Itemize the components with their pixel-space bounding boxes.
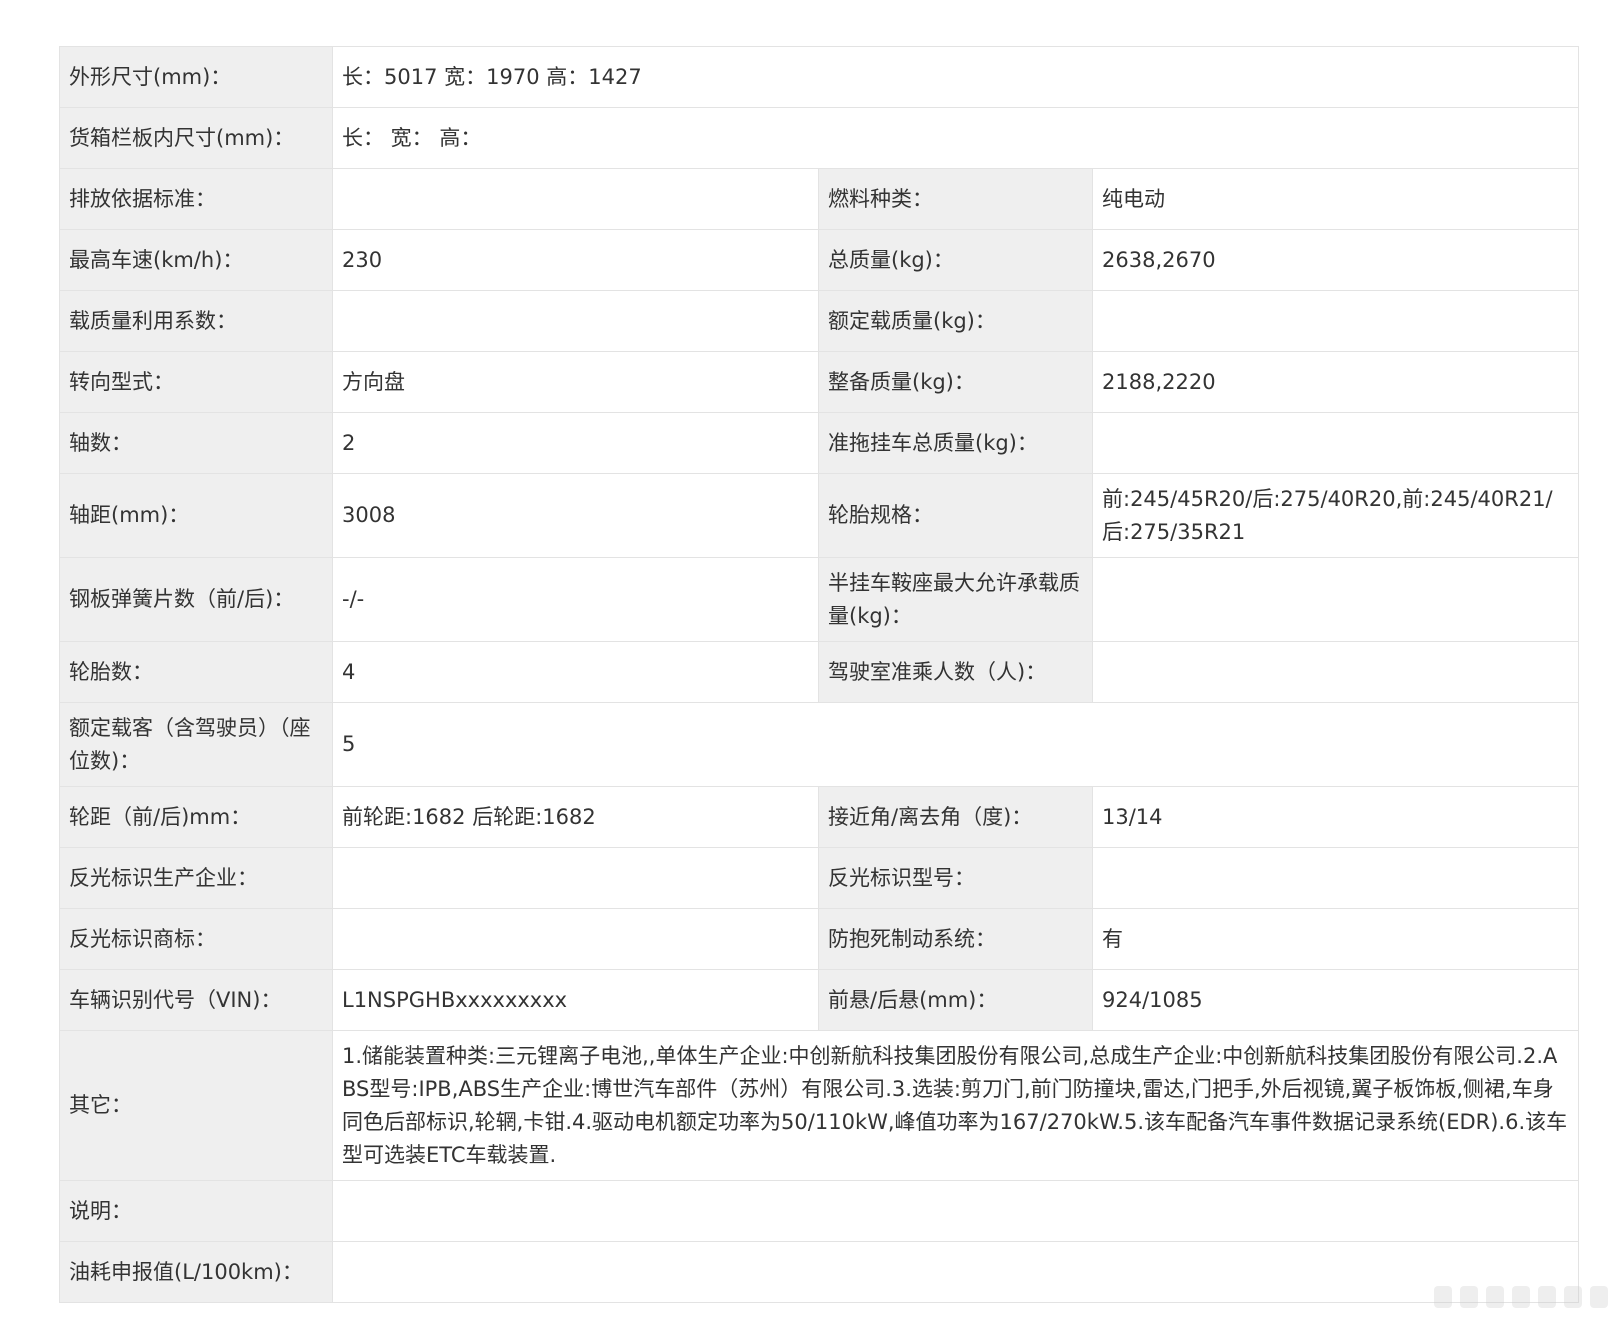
vin-label: 车辆识别代号（VIN)： <box>59 969 333 1031</box>
curb-mass-label: 整备质量(kg)： <box>818 351 1093 413</box>
watermark-mark <box>1590 1286 1608 1308</box>
max-speed-label: 最高车速(km/h)： <box>59 229 333 291</box>
rated-passengers-value: 5 <box>331 702 1580 787</box>
steering-type-value: 方向盘 <box>332 351 819 413</box>
axle-count-label: 轴数： <box>59 412 333 474</box>
table-row: 轮胎数： 4 驾驶室准乘人数（人)： <box>59 641 1580 703</box>
table-row: 轴距(mm)： 3008 轮胎规格： 前:245/45R20/后:275/40R… <box>59 473 1580 558</box>
vehicle-spec-table: 外形尺寸(mm)： 长：5017 宽：1970 高：1427 货箱栏板内尺寸(m… <box>59 46 1580 1303</box>
load-utilization-value <box>332 290 819 352</box>
cab-capacity-label: 驾驶室准乘人数（人)： <box>818 641 1093 703</box>
leaf-spring-label: 钢板弹簧片数（前/后)： <box>59 557 333 642</box>
abs-value: 有 <box>1091 908 1580 970</box>
cab-capacity-value <box>1091 641 1580 703</box>
cargo-box-size-value: 长： 宽： 高： <box>331 107 1580 169</box>
table-row: 轴数： 2 准拖挂车总质量(kg)： <box>59 412 1580 474</box>
cargo-box-size-label: 货箱栏板内尺寸(mm)： <box>59 107 333 169</box>
table-row: 油耗申报值(L/100km)： <box>59 1241 1580 1303</box>
track-width-value: 前轮距:1682 后轮距:1682 <box>332 786 819 848</box>
track-width-label: 轮距（前/后)mm： <box>59 786 333 848</box>
table-row: 反光标识商标： 防抱死制动系统： 有 <box>59 908 1580 970</box>
watermark-mark <box>1486 1286 1504 1308</box>
dimensions-value: 长：5017 宽：1970 高：1427 <box>331 46 1580 108</box>
reflector-maker-label: 反光标识生产企业： <box>59 847 333 909</box>
other-label: 其它： <box>59 1030 333 1181</box>
abs-label: 防抱死制动系统： <box>818 908 1093 970</box>
approach-departure-value: 13/14 <box>1091 786 1580 848</box>
watermark-mark <box>1434 1286 1452 1308</box>
max-speed-value: 230 <box>332 229 819 291</box>
reflector-brand-value <box>332 908 819 970</box>
rated-load-label: 额定载质量(kg)： <box>818 290 1093 352</box>
tire-spec-value: 前:245/45R20/后:275/40R20,前:245/40R21/后:27… <box>1091 473 1580 558</box>
table-row: 外形尺寸(mm)： 长：5017 宽：1970 高：1427 <box>59 46 1580 108</box>
table-row: 车辆识别代号（VIN)： L1NSPGHBxxxxxxxxx 前悬/后悬(mm)… <box>59 969 1580 1031</box>
table-row: 最高车速(km/h)： 230 总质量(kg)： 2638,2670 <box>59 229 1580 291</box>
watermark-mark <box>1564 1286 1582 1308</box>
load-utilization-label: 载质量利用系数： <box>59 290 333 352</box>
overhang-value: 924/1085 <box>1091 969 1580 1031</box>
saddle-load-value <box>1091 557 1580 642</box>
table-row: 载质量利用系数： 额定载质量(kg)： <box>59 290 1580 352</box>
rated-passengers-label: 额定载客（含驾驶员）（座位数)： <box>59 702 333 787</box>
notes-label: 说明： <box>59 1180 333 1242</box>
gross-mass-label: 总质量(kg)： <box>818 229 1093 291</box>
vin-value: L1NSPGHBxxxxxxxxx <box>332 969 819 1031</box>
gross-mass-value: 2638,2670 <box>1091 229 1580 291</box>
approach-departure-label: 接近角/离去角（度)： <box>818 786 1093 848</box>
trailer-mass-label: 准拖挂车总质量(kg)： <box>818 412 1093 474</box>
notes-value <box>331 1180 1580 1242</box>
fuel-type-value: 纯电动 <box>1091 168 1580 230</box>
fuel-type-label: 燃料种类： <box>818 168 1093 230</box>
leaf-spring-value: -/- <box>332 557 819 642</box>
table-row: 说明： <box>59 1180 1580 1242</box>
watermark <box>1434 1286 1608 1308</box>
reflector-brand-label: 反光标识商标： <box>59 908 333 970</box>
curb-mass-value: 2188,2220 <box>1091 351 1580 413</box>
watermark-mark <box>1460 1286 1478 1308</box>
dimensions-label: 外形尺寸(mm)： <box>59 46 333 108</box>
watermark-mark <box>1512 1286 1530 1308</box>
wheelbase-label: 轴距(mm)： <box>59 473 333 558</box>
axle-count-value: 2 <box>332 412 819 474</box>
watermark-mark <box>1538 1286 1556 1308</box>
reflector-maker-value <box>332 847 819 909</box>
table-row: 排放依据标准： 燃料种类： 纯电动 <box>59 168 1580 230</box>
table-row: 转向型式： 方向盘 整备质量(kg)： 2188,2220 <box>59 351 1580 413</box>
emission-standard-value <box>332 168 819 230</box>
emission-standard-label: 排放依据标准： <box>59 168 333 230</box>
tire-count-label: 轮胎数： <box>59 641 333 703</box>
other-value: 1.储能装置种类:三元锂离子电池,,单体生产企业:中创新航科技集团股份有限公司,… <box>331 1030 1580 1181</box>
table-row: 轮距（前/后)mm： 前轮距:1682 后轮距:1682 接近角/离去角（度)：… <box>59 786 1580 848</box>
table-row: 钢板弹簧片数（前/后)： -/- 半挂车鞍座最大允许承载质量(kg)： <box>59 557 1580 642</box>
table-row: 其它： 1.储能装置种类:三元锂离子电池,,单体生产企业:中创新航科技集团股份有… <box>59 1030 1580 1181</box>
steering-type-label: 转向型式： <box>59 351 333 413</box>
fuel-consumption-value <box>331 1241 1580 1303</box>
tire-count-value: 4 <box>332 641 819 703</box>
table-row: 反光标识生产企业： 反光标识型号： <box>59 847 1580 909</box>
reflector-model-label: 反光标识型号： <box>818 847 1093 909</box>
saddle-load-label: 半挂车鞍座最大允许承载质量(kg)： <box>818 557 1093 642</box>
table-row: 货箱栏板内尺寸(mm)： 长： 宽： 高： <box>59 107 1580 169</box>
reflector-model-value <box>1091 847 1580 909</box>
table-row: 额定载客（含驾驶员）（座位数)： 5 <box>59 702 1580 787</box>
trailer-mass-value <box>1091 412 1580 474</box>
overhang-label: 前悬/后悬(mm)： <box>818 969 1093 1031</box>
fuel-consumption-label: 油耗申报值(L/100km)： <box>59 1241 333 1303</box>
rated-load-value <box>1091 290 1580 352</box>
tire-spec-label: 轮胎规格： <box>818 473 1093 558</box>
wheelbase-value: 3008 <box>332 473 819 558</box>
